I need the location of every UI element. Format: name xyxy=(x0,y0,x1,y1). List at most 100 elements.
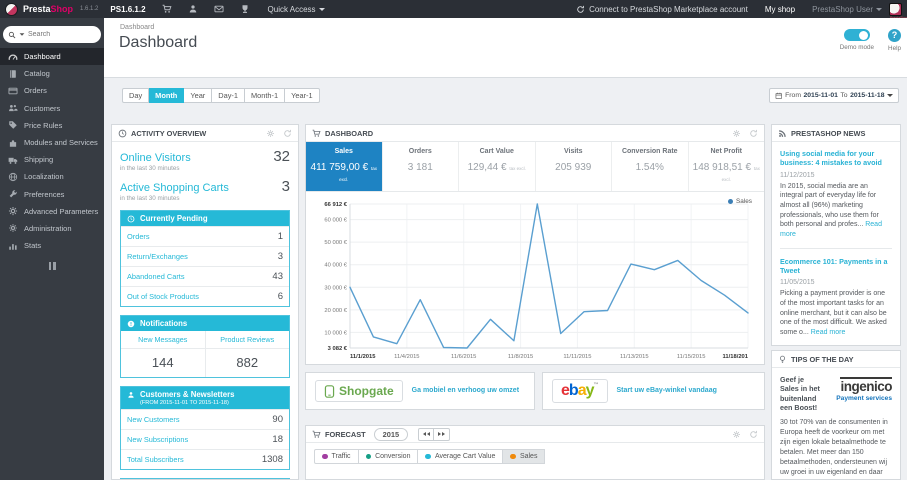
svg-text:11/13/2015: 11/13/2015 xyxy=(620,354,649,360)
legend-dot-icon xyxy=(727,198,733,205)
panel-header: DASHBOARD xyxy=(306,125,764,142)
sidebar-item-stats[interactable]: Stats xyxy=(0,237,104,254)
book-icon xyxy=(10,70,16,78)
panel-settings-icon[interactable] xyxy=(266,129,275,138)
tab-month[interactable]: Month xyxy=(149,88,185,103)
sidebar-item-preferences[interactable]: Preferences xyxy=(0,186,104,203)
my-shop-link[interactable]: My shop xyxy=(765,5,795,14)
panel-settings-icon[interactable] xyxy=(732,430,741,439)
divider xyxy=(780,247,892,249)
prestashop-logo-icon[interactable] xyxy=(5,2,18,16)
series-dot-icon xyxy=(365,453,372,460)
svg-text:30 000 €: 30 000 € xyxy=(324,285,347,291)
pending-row-returns: Return/Exchanges 3 xyxy=(121,246,289,266)
calendar-icon xyxy=(775,92,783,99)
series-dot-icon xyxy=(510,453,516,460)
tab-year[interactable]: Year xyxy=(184,88,213,103)
trophy-icon[interactable] xyxy=(240,4,250,14)
sidebar-item-price-rules[interactable]: Price Rules xyxy=(0,117,104,134)
news-item-title[interactable]: Ecommerce 101: Payments in a Tweet xyxy=(780,257,892,276)
news-item-title[interactable]: Using social media for your business: 4 … xyxy=(780,149,892,168)
kpi-orders[interactable]: Orders 3 181 xyxy=(381,142,459,191)
date-from: 2015-11-01 xyxy=(803,92,838,99)
kpi-net-profit[interactable]: Net Profit 148 918,51 € tax excl. xyxy=(687,142,765,191)
pending-row-orders: Orders 1 xyxy=(121,226,289,246)
breadcrumb[interactable]: Dashboard xyxy=(120,24,154,31)
svg-text:11/11/2015: 11/11/2015 xyxy=(563,354,591,360)
tab-year-1[interactable]: Year-1 xyxy=(285,88,320,103)
active-carts-metric[interactable]: Active Shopping Carts 3 xyxy=(120,178,290,195)
kpi-visits[interactable]: Visits 205 939 xyxy=(534,142,612,191)
row-new-customers: New Customers 90 xyxy=(121,409,289,429)
ingenico-logo: ingenico Payment services xyxy=(836,377,892,402)
sidebar-collapse-button[interactable] xyxy=(0,262,104,271)
sidebar-item-administration[interactable]: Administration xyxy=(0,220,104,237)
brand-name[interactable]: PrestaShop xyxy=(23,4,73,14)
sidebar-item-shipping[interactable]: Shipping xyxy=(0,151,104,168)
customer-icon[interactable] xyxy=(188,4,198,14)
cart-icon[interactable] xyxy=(162,4,172,14)
forecast-tab-conversion[interactable]: Conversion xyxy=(358,449,419,464)
marketplace-link[interactable]: Connect to PrestaShop Marketplace accoun… xyxy=(576,5,748,14)
section-header: Notifications xyxy=(121,316,289,331)
tab-month-1[interactable]: Month-1 xyxy=(244,88,286,103)
online-visitors-metric[interactable]: Online Visitors 32 xyxy=(120,148,290,165)
next-year-button[interactable] xyxy=(434,427,451,441)
previous-year-button[interactable] xyxy=(418,427,435,441)
shopgate-ad-link[interactable]: Ga mobiel en verhoog uw omzet xyxy=(412,386,519,395)
read-more-link[interactable]: Read more xyxy=(811,329,846,336)
lightbulb-icon xyxy=(779,355,786,363)
user-menu[interactable]: PrestaShop User PrestaShop xyxy=(812,2,907,20)
sidebar-item-modules[interactable]: Modules and Services xyxy=(0,134,104,151)
demo-mode-toggle[interactable] xyxy=(843,29,870,41)
kpi-sales[interactable]: Sales 411 759,00 € tax excl. xyxy=(306,142,382,191)
truck-icon xyxy=(8,157,18,164)
kpi-conversion-rate[interactable]: Conversion Rate 1.54% xyxy=(611,142,688,191)
chart-legend[interactable]: Sales xyxy=(727,198,752,205)
section-header: Customers & Newsletters (FROM 2015-11-01… xyxy=(121,387,289,409)
panel-header: FORECAST 2015 xyxy=(306,426,764,443)
sales-line-chart: 66 912 € 60 000 € 50 000 € 40 000 € 30 000 €… xyxy=(324,202,749,360)
tab-day-1[interactable]: Day-1 xyxy=(212,88,245,103)
bar-chart-icon xyxy=(9,243,17,250)
forecast-tab-average-cart-value[interactable]: Average Cart Value xyxy=(418,449,504,464)
mail-icon[interactable] xyxy=(214,4,224,14)
sidebar-item-dashboard[interactable]: Dashboard xyxy=(0,48,104,66)
news-item-date: 11/05/2015 xyxy=(780,279,815,287)
forecast-tabs: Traffic Conversion Average Cart Value Sa… xyxy=(314,449,764,464)
svg-text:11/18/201: 11/18/201 xyxy=(723,354,749,360)
sidebar-item-orders[interactable]: Orders xyxy=(0,82,104,99)
ebay-logo: ebay™ xyxy=(552,379,608,403)
panel-refresh-icon[interactable] xyxy=(749,129,758,138)
sidebar-item-advanced-parameters[interactable]: Advanced Parameters xyxy=(0,203,104,220)
alert-icon xyxy=(127,320,135,328)
date-range-picker[interactable]: From 2015-11-01 To 2015-11-18 xyxy=(769,88,899,103)
svg-text:3 082 €: 3 082 € xyxy=(328,346,348,352)
panel-refresh-icon[interactable] xyxy=(749,430,758,439)
news-item-excerpt: In 2015, social media are an integral pa… xyxy=(780,182,882,238)
panel-refresh-icon[interactable] xyxy=(283,129,292,138)
sidebar-item-catalog[interactable]: Catalog xyxy=(0,65,104,82)
product-reviews-cell: Product Reviews 882 xyxy=(204,331,289,377)
help-icon[interactable]: ? xyxy=(888,29,901,42)
quick-access-menu[interactable]: Quick Access xyxy=(268,5,325,14)
sidebar-item-customers[interactable]: Customers xyxy=(0,100,104,117)
new-messages-value: 144 xyxy=(151,355,174,370)
search-input[interactable] xyxy=(28,31,96,38)
ebay-ad-link[interactable]: Start uw eBay-winkel vandaag xyxy=(617,386,717,395)
svg-text:11/4/2015: 11/4/2015 xyxy=(394,354,419,360)
chevron-down-icon xyxy=(876,7,882,11)
svg-text:10 000 €: 10 000 € xyxy=(324,330,347,336)
page-title: Dashboard xyxy=(119,34,198,51)
kpi-cart-value[interactable]: Cart Value 129,44 € tax excl. xyxy=(458,142,535,191)
sidebar-item-localization[interactable]: Localization xyxy=(0,168,104,185)
cart-icon xyxy=(312,430,321,438)
tab-day[interactable]: Day xyxy=(122,88,150,103)
svg-text:11/15/2015: 11/15/2015 xyxy=(677,354,706,360)
forecast-tab-traffic[interactable]: Traffic xyxy=(314,449,359,464)
panel-settings-icon[interactable] xyxy=(732,129,741,138)
forecast-tab-sales[interactable]: Sales xyxy=(503,449,546,464)
search-scope-caret-icon[interactable] xyxy=(19,33,25,36)
gear-icon xyxy=(9,224,17,233)
prestashop-admin: PrestaShop 1.6.1.2 PS1.6.1.2 Quick Acces… xyxy=(0,0,907,480)
